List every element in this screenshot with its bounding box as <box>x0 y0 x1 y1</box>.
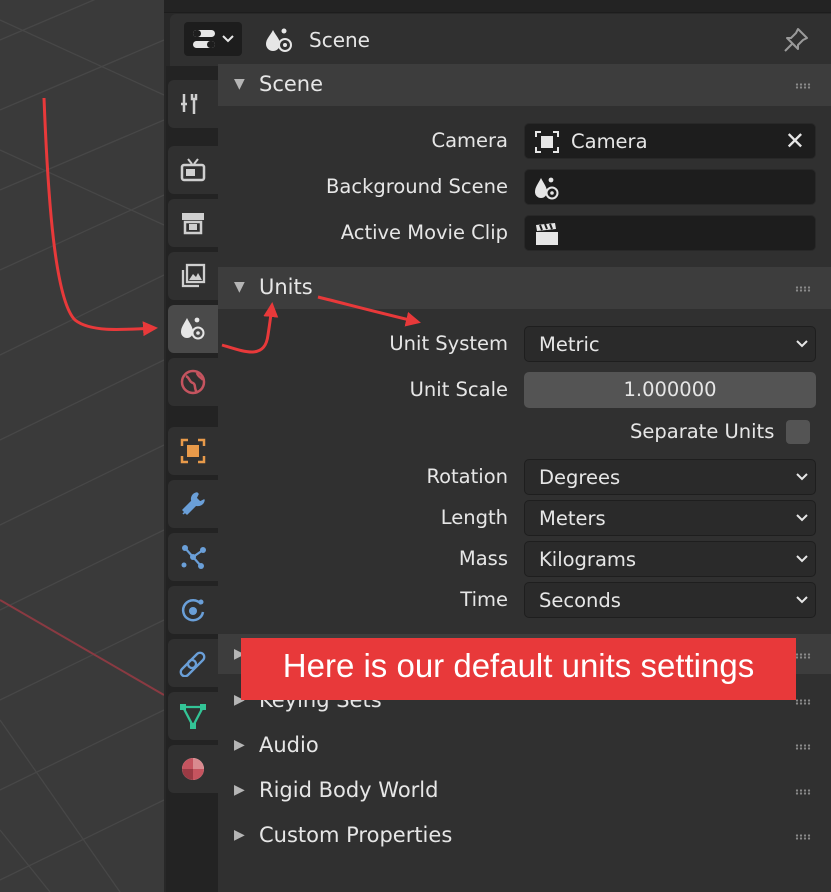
scene-icon <box>266 28 292 52</box>
tab-view-layer[interactable] <box>168 252 218 300</box>
drag-grip-icon[interactable] <box>795 83 811 89</box>
mass-value: Kilograms <box>539 548 637 571</box>
unit-system-value: Metric <box>539 333 600 356</box>
tab-tool[interactable] <box>168 80 218 128</box>
properties-editor-icon <box>193 30 234 48</box>
drag-grip-icon[interactable] <box>795 744 811 750</box>
tab-data[interactable] <box>168 692 218 740</box>
material-icon <box>182 758 204 780</box>
length-dropdown[interactable]: Meters <box>524 500 816 536</box>
camera-label: Camera <box>431 129 508 152</box>
drag-grip-icon[interactable] <box>795 789 811 795</box>
clapperboard-icon <box>536 223 558 245</box>
unit-scale-value: 1.000000 <box>623 378 717 401</box>
rotation-label: Rotation <box>426 465 508 488</box>
separate-units-checkbox[interactable] <box>786 420 810 444</box>
units-panel-header[interactable]: ▼ Units <box>218 267 831 309</box>
rigid-body-panel-header[interactable]: ▶ Rigid Body World <box>218 770 831 812</box>
editor-type-button[interactable] <box>184 22 242 56</box>
tab-material[interactable] <box>168 745 218 793</box>
background-scene-field[interactable] <box>524 169 816 205</box>
drag-grip-icon[interactable] <box>795 834 811 840</box>
panel-title: Audio <box>259 733 319 757</box>
rotation-dropdown[interactable]: Degrees <box>524 459 816 495</box>
tab-output[interactable] <box>168 199 218 247</box>
length-label: Length <box>440 506 508 529</box>
unit-system-dropdown[interactable]: Metric <box>524 326 816 362</box>
output-icon <box>182 213 204 235</box>
tab-scene[interactable] <box>168 305 218 353</box>
scene-icon <box>535 177 559 200</box>
panel-title: Units <box>259 275 313 299</box>
object-icon <box>180 438 206 464</box>
drag-grip-icon[interactable] <box>795 286 811 292</box>
panel-collapsed-icon: ▶ <box>234 737 245 753</box>
length-value: Meters <box>539 507 606 530</box>
movie-clip-label: Active Movie Clip <box>340 221 508 244</box>
background-scene-label: Background Scene <box>326 175 508 198</box>
camera-field[interactable]: Camera ✕ <box>524 123 816 159</box>
movie-clip-field[interactable] <box>524 215 816 251</box>
time-value: Seconds <box>539 589 621 612</box>
panel-title: Rigid Body World <box>259 778 439 802</box>
panel-expanded-icon: ▼ <box>234 279 245 295</box>
time-dropdown[interactable]: Seconds <box>524 582 816 618</box>
panel-collapsed-icon: ▶ <box>234 782 245 798</box>
view-layer-icon <box>181 263 206 288</box>
mass-label: Mass <box>458 547 508 570</box>
physics-icon <box>181 599 205 622</box>
annotation-banner: Here is our default units settings <box>241 638 796 700</box>
unit-scale-field[interactable]: 1.000000 <box>524 372 816 408</box>
custom-properties-panel-header[interactable]: ▶ Custom Properties <box>218 815 831 857</box>
world-icon <box>180 369 206 395</box>
3d-viewport[interactable] <box>0 0 164 892</box>
tab-physics[interactable] <box>168 586 218 634</box>
x-axis-line <box>0 599 164 696</box>
panel-collapsed-icon: ▶ <box>234 827 245 843</box>
mesh-data-icon <box>180 704 206 729</box>
chevron-down-icon <box>796 596 808 604</box>
chevron-down-icon <box>796 514 808 522</box>
tab-object[interactable] <box>168 427 218 475</box>
unit-scale-label: Unit Scale <box>409 378 508 401</box>
camera-object-icon <box>535 131 559 153</box>
audio-panel-header[interactable]: ▶ Audio <box>218 725 831 767</box>
mass-dropdown[interactable]: Kilograms <box>524 541 816 577</box>
wrench-icon <box>182 492 205 515</box>
header-title: Scene <box>309 28 370 52</box>
panel-title: Scene <box>259 72 324 96</box>
annotation-text: Here is our default units settings <box>282 647 755 684</box>
tab-render[interactable] <box>168 146 218 194</box>
chevron-down-icon <box>796 473 808 481</box>
scene-panel-header[interactable]: ▼ Scene <box>218 64 831 106</box>
panel-title: Custom Properties <box>259 823 453 847</box>
viewport-grid <box>0 0 164 892</box>
panel-expanded-icon: ▼ <box>234 76 245 92</box>
time-label: Time <box>460 588 508 611</box>
drag-grip-icon[interactable] <box>795 653 811 659</box>
chevron-down-icon <box>222 35 234 43</box>
tab-modifiers[interactable] <box>168 480 218 528</box>
chevron-down-icon <box>796 340 808 348</box>
constraints-icon <box>179 651 206 677</box>
chevron-down-icon <box>796 555 808 563</box>
rotation-value: Degrees <box>539 466 621 489</box>
particles-icon <box>181 545 206 569</box>
tab-constraints[interactable] <box>168 639 218 687</box>
render-icon <box>180 158 206 182</box>
clear-icon[interactable]: ✕ <box>785 127 805 155</box>
tab-particles[interactable] <box>168 533 218 581</box>
pin-icon[interactable] <box>782 26 810 54</box>
top-strip <box>164 0 831 13</box>
unit-system-label: Unit System <box>389 332 508 355</box>
scene-icon <box>181 317 205 340</box>
tab-world[interactable] <box>168 358 218 406</box>
camera-value: Camera <box>571 130 648 153</box>
drag-grip-icon[interactable] <box>795 699 811 705</box>
separate-units-label: Separate Units <box>630 420 775 443</box>
tool-icon <box>181 94 198 114</box>
